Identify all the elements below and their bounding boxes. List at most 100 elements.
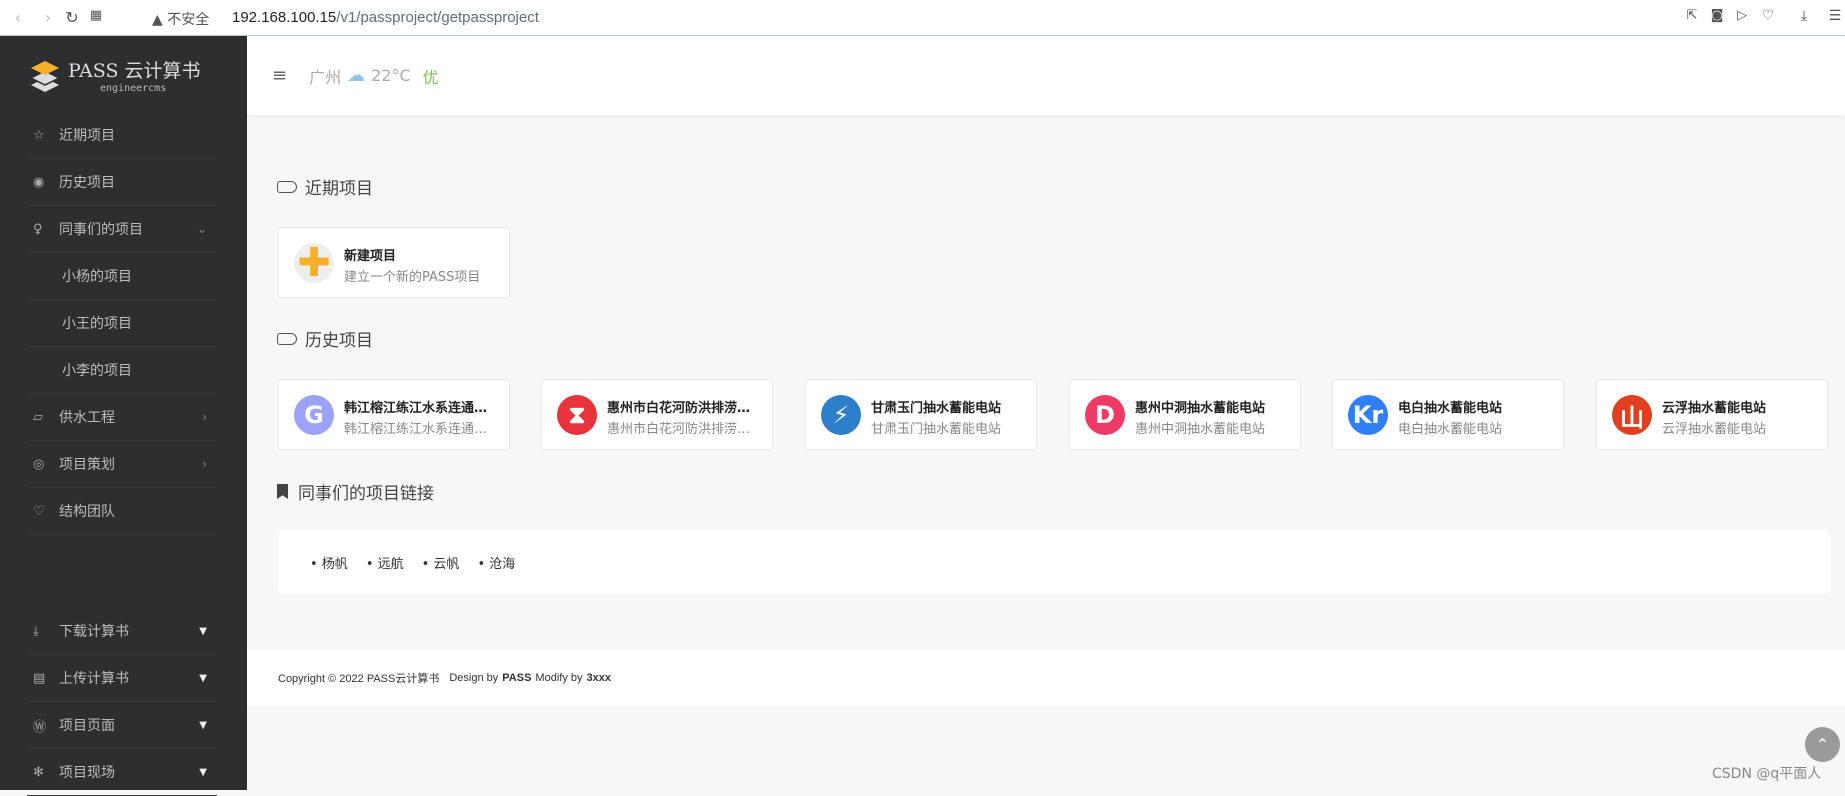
chevron-icon: › [202, 457, 207, 471]
download-icon[interactable]: ⤓ [1794, 8, 1814, 24]
logo-subtitle: engineercms [100, 83, 167, 94]
folder-open-icon: ▱ [33, 409, 43, 425]
sidebar-item[interactable]: 小杨的项目 [27, 253, 217, 300]
chevron-icon: › [202, 410, 207, 424]
sidebar-item-label: 结构团队 [59, 504, 115, 520]
modify-label: Modify by [535, 672, 583, 684]
caret-down-icon: ▼ [199, 766, 207, 778]
sidebar-item[interactable]: 小王的项目 [27, 300, 217, 347]
lightbulb-icon: ♀ [33, 221, 43, 237]
plus-icon: ✚ [294, 240, 334, 286]
insecure-label: 不安全 [167, 12, 210, 28]
sidebar-item[interactable]: 小李的项目 [27, 347, 217, 394]
caret-down-icon: ▼ [199, 672, 207, 684]
history-project-card[interactable]: ⚡ 甘肃玉门抽水蓄能电站 甘肃玉门抽水蓄能电站 [805, 379, 1037, 450]
card-title: 惠州市白花河防洪排涝工程 [607, 401, 762, 416]
link-yunfan[interactable]: • 云帆 [422, 553, 460, 572]
send-icon[interactable]: ▷ [1732, 8, 1752, 23]
project-logo-icon: ⧗ [557, 395, 597, 435]
project-logo-icon: G [294, 395, 334, 435]
weather-city: 广州 [309, 67, 342, 87]
sidebar-bottom-item[interactable]: ⤓ 下载计算书 ▼ [27, 608, 217, 655]
back-icon[interactable]: ‹ [8, 8, 28, 27]
url-host: 192.168.100.15 [232, 9, 337, 26]
project-logo-icon: ⚡ [821, 395, 861, 435]
yelp-icon: ✻ [33, 764, 44, 780]
wordpress-icon: Ⓦ [33, 719, 47, 735]
browser-toolbar: ‹ › ↻ ▦ ▲ 不安全 192.168.100.15/v1/passproj… [0, 0, 1845, 36]
section-title: 同事们的项目链接 [298, 484, 434, 504]
newspaper-icon: ▤ [33, 670, 46, 686]
download-icon: ⤓ [33, 623, 39, 639]
sidebar-item-label: 历史项目 [59, 175, 115, 191]
sidebar-item-label: 上传计算书 [59, 671, 129, 687]
footer: Copyright © 2022 PASS云计算书 Design by PASS… [247, 650, 1845, 706]
card-subtitle: 韩江榕江练江水系连通工程 [344, 422, 499, 437]
sidebar-item-label: 小杨的项目 [62, 269, 132, 285]
sidebar-item-label: 同事们的项目 [59, 222, 143, 238]
chevron-icon: ⌄ [196, 222, 207, 236]
sidebar: PASS 云计算书 engineercms ☆ 近期项目 ◉ 历史项目 ♀ 同事们的项目 ⌄… [0, 36, 247, 796]
sidebar-bottom-item[interactable]: ✻ 项目现场 ▼ [27, 749, 217, 796]
section-colleague-links: 同事们的项目链接 [277, 479, 434, 504]
settings-icon[interactable]: ☰ [1825, 8, 1845, 24]
reload-icon[interactable]: ↻ [62, 8, 82, 27]
security-warning[interactable]: ▲ 不安全 [152, 9, 209, 29]
watermark: CSDN @q平面人 [1712, 766, 1822, 782]
weather-temperature: 22°C [371, 66, 411, 85]
bullseye-icon: ◎ [33, 456, 45, 472]
sidebar-item[interactable]: ♀ 同事们的项目 ⌄ [27, 206, 217, 253]
card-title: 新建项目 [344, 249, 397, 264]
layers-logo-icon [30, 61, 60, 92]
link-yuanhang[interactable]: • 远航 [366, 553, 404, 572]
history-project-card[interactable]: G 韩江榕江练江水系连通工程 韩江榕江练江水系连通工程 [278, 379, 510, 450]
screenshot-icon[interactable]: ◙ [1707, 8, 1727, 23]
history-project-card[interactable]: D 惠州中洞抽水蓄能电站 惠州中洞抽水蓄能电站 [1069, 379, 1301, 450]
design-label: Design by [449, 672, 499, 684]
sidebar-item-label: 小王的项目 [62, 316, 132, 332]
section-recent-projects: 近期项目 [277, 174, 373, 199]
project-logo-icon: 山 [1612, 395, 1652, 435]
design-name[interactable]: PASS [502, 672, 531, 684]
favorite-icon[interactable]: ♡ [1758, 8, 1778, 24]
history-project-card[interactable]: ⧗ 惠州市白花河防洪排涝工程 惠州市白花河防洪排涝工程 [541, 379, 773, 450]
history-project-card[interactable]: 山云浮抽水蓄能电站 云浮抽水蓄能电站 [1596, 379, 1828, 450]
sidebar-item[interactable]: ◎ 项目策划 › [27, 441, 217, 488]
card-subtitle: 甘肃玉门抽水蓄能电站 [871, 422, 1002, 437]
history-project-card[interactable]: Kr 电白抽水蓄能电站 电白抽水蓄能电站 [1332, 379, 1564, 450]
forward-icon[interactable]: › [38, 8, 58, 27]
modify-name[interactable]: 3xxx [587, 672, 611, 684]
sidebar-item[interactable]: ♡ 结构团队 [27, 488, 217, 535]
sidebar-item-label: 小李的项目 [62, 363, 132, 379]
top-header: ≡ 广州 ☁ 22°C 优 [247, 36, 1845, 115]
air-quality: 优 [422, 67, 439, 87]
card-title: 云浮抽水蓄能电站 [1662, 401, 1767, 416]
card-subtitle: 云浮抽水蓄能电站 [1662, 422, 1767, 437]
section-title: 近期项目 [305, 179, 373, 199]
logo[interactable]: PASS 云计算书 engineercms [30, 56, 201, 96]
card-title: 惠州中洞抽水蓄能电站 [1135, 401, 1266, 416]
share-icon[interactable]: ⇱ [1682, 8, 1702, 23]
scroll-to-top-button[interactable]: ⌃ [1805, 727, 1840, 762]
card-subtitle: 惠州市白花河防洪排涝工程 [607, 422, 762, 437]
tag-icon [277, 332, 297, 345]
cloud-icon: ☁ [347, 65, 366, 86]
card-subtitle: 电白抽水蓄能电站 [1398, 422, 1503, 437]
sidebar-bottom-item[interactable]: ▤ 上传计算书 ▼ [27, 655, 217, 702]
link-canghai[interactable]: • 沧海 [477, 553, 515, 572]
new-project-card[interactable]: ✚ 新建项目 建立一个新的PASS项目 [278, 227, 510, 298]
caret-down-icon: ▼ [199, 625, 207, 637]
card-subtitle: 惠州中洞抽水蓄能电站 [1135, 422, 1266, 437]
hamburger-menu-icon[interactable]: ≡ [272, 65, 287, 86]
project-logo-icon: Kr [1348, 395, 1388, 435]
sidebar-bottom-item[interactable]: Ⓦ 项目页面 ▼ [27, 702, 217, 749]
section-history-projects: 历史项目 [277, 326, 373, 351]
link-yangfan[interactable]: • 杨帆 [310, 553, 348, 572]
sidebar-item-label: 下载计算书 [59, 624, 129, 640]
apps-icon[interactable]: ▦ [86, 8, 106, 23]
sidebar-item-label: 项目现场 [59, 765, 115, 781]
sidebar-item[interactable]: ▱ 供水工程 › [27, 394, 217, 441]
sidebar-item[interactable]: ☆ 近期项目 [27, 112, 217, 159]
address-bar[interactable]: 192.168.100.15/v1/passproject/getpasspro… [232, 9, 539, 26]
sidebar-item[interactable]: ◉ 历史项目 [27, 159, 217, 206]
